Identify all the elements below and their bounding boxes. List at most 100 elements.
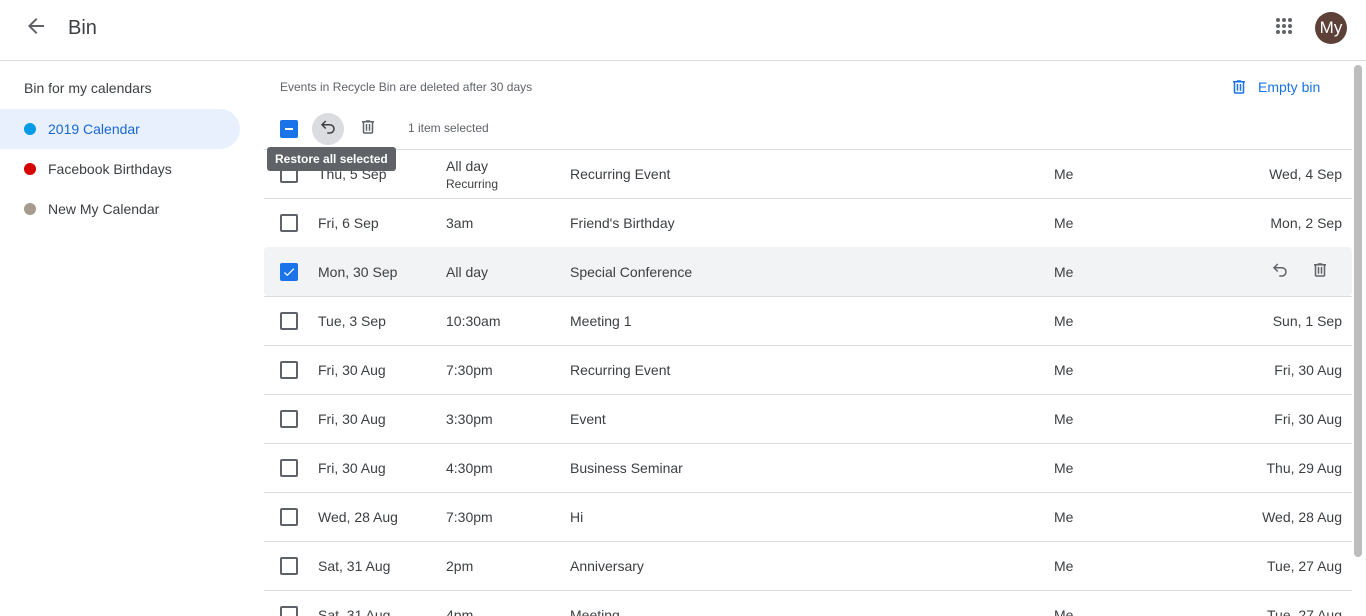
event-row[interactable]: Fri, 30 Aug 7:30pm Recurring Event Me Fri, 3… (264, 345, 1352, 394)
arrow-back-icon (24, 14, 48, 43)
restore-button[interactable] (1264, 256, 1296, 288)
event-owner: Me (1054, 264, 1074, 280)
row-checkbox[interactable] (280, 361, 298, 379)
event-title: Business Seminar (570, 460, 683, 476)
deleted-date: Thu, 29 Aug (1266, 460, 1342, 476)
sidebar: Bin for my calendars 2019 Calendar Facebo… (0, 61, 250, 616)
event-row[interactable]: Sat, 31 Aug 2pm Anniversary Me Tue, 27 Aug (264, 541, 1352, 590)
event-date: Mon, 30 Sep (318, 264, 398, 280)
trash-icon (359, 118, 377, 141)
event-date: Fri, 6 Sep (318, 215, 379, 231)
retention-notice: Events in Recycle Bin are deleted after … (280, 80, 533, 94)
row-checkbox[interactable] (280, 312, 298, 330)
event-row[interactable]: Fri, 30 Aug 3:30pm Event Me Fri, 30 Aug (264, 394, 1352, 443)
event-time: All day (446, 264, 489, 280)
event-owner: Me (1054, 166, 1074, 182)
event-title: Friend's Birthday (570, 215, 675, 231)
row-checkbox[interactable] (280, 214, 298, 232)
restore-selected-button[interactable] (312, 113, 344, 145)
event-title: Recurring Event (570, 166, 671, 182)
event-title: Anniversary (570, 558, 644, 574)
apps-grid-icon (1272, 14, 1296, 43)
event-row[interactable]: Mon, 30 Sep All day Special Conference Me (264, 247, 1352, 296)
sidebar-item-label: Facebook Birthdays (48, 161, 172, 177)
undo-icon (319, 118, 337, 141)
event-row[interactable]: Thu, 5 Sep All day Recurring Recurring Even… (264, 149, 1352, 198)
event-title: Special Conference (570, 264, 693, 280)
event-row[interactable]: Sat, 31 Aug 4pm Meeting Me Tue, 27 Aug (264, 590, 1352, 616)
event-owner: Me (1054, 215, 1074, 231)
delete-forever-button[interactable] (1304, 256, 1336, 288)
row-checkbox[interactable] (280, 263, 298, 281)
selected-count: 1 item selected (408, 121, 489, 135)
bin-main: Events in Recycle Bin are deleted after … (264, 61, 1352, 616)
event-owner: Me (1054, 509, 1074, 525)
calendar-color-dot (24, 123, 36, 135)
event-owner: Me (1054, 411, 1074, 427)
event-date: Sat, 31 Aug (318, 607, 391, 616)
event-date: Fri, 30 Aug (318, 411, 386, 427)
row-actions (1264, 256, 1336, 288)
deleted-date: Wed, 4 Sep (1269, 166, 1342, 182)
sidebar-item-label: New My Calendar (48, 201, 160, 217)
event-date: Tue, 3 Sep (318, 313, 386, 329)
sidebar-item-calendar[interactable]: New My Calendar (0, 189, 240, 229)
event-owner: Me (1054, 362, 1074, 378)
trash-icon (1230, 78, 1248, 96)
row-checkbox[interactable] (280, 557, 298, 575)
event-title: Recurring Event (570, 362, 671, 378)
back-button[interactable] (16, 8, 56, 48)
deleted-events-list: Thu, 5 Sep All day Recurring Recurring Even… (264, 149, 1352, 616)
undo-icon (1271, 261, 1289, 284)
event-time: 3:30pm (446, 411, 493, 427)
sidebar-item-calendar[interactable]: Facebook Birthdays (0, 149, 240, 189)
restore-tooltip: Restore all selected (267, 147, 396, 171)
event-row[interactable]: Tue, 3 Sep 10:30am Meeting 1 Me Sun, 1 Sep (264, 296, 1352, 345)
deleted-date: Wed, 28 Aug (1262, 509, 1342, 525)
trash-icon (1311, 261, 1329, 284)
deleted-date: Sun, 1 Sep (1272, 313, 1342, 329)
row-checkbox[interactable] (280, 606, 298, 616)
apps-button[interactable] (1264, 8, 1304, 48)
avatar[interactable]: My (1315, 12, 1347, 44)
event-row[interactable]: Wed, 28 Aug 7:30pm Hi Me Wed, 28 Aug (264, 492, 1352, 541)
event-date: Fri, 30 Aug (318, 362, 386, 378)
row-checkbox[interactable] (280, 459, 298, 477)
event-time: 7:30pm (446, 509, 493, 525)
scrollbar-thumb[interactable] (1354, 65, 1362, 557)
event-date: Sat, 31 Aug (318, 558, 391, 574)
deleted-date: Mon, 2 Sep (1270, 215, 1342, 231)
event-time: 4:30pm (446, 460, 493, 476)
deleted-date: Tue, 27 Aug (1267, 607, 1342, 616)
event-owner: Me (1054, 313, 1074, 329)
event-time: 10:30am (446, 313, 501, 329)
event-time: All day Recurring (446, 158, 498, 191)
event-row[interactable]: Fri, 6 Sep 3am Friend's Birthday Me Mon, 2 S… (264, 198, 1352, 247)
calendar-color-dot (24, 163, 36, 175)
event-time: 3am (446, 215, 474, 231)
empty-bin-label: Empty bin (1258, 79, 1321, 95)
deleted-date: Fri, 30 Aug (1274, 362, 1342, 378)
row-checkbox[interactable] (280, 508, 298, 526)
event-time: 7:30pm (446, 362, 493, 378)
event-title: Event (570, 411, 606, 427)
select-all-checkbox[interactable] (280, 120, 298, 138)
event-title: Hi (570, 509, 584, 525)
page-title: Bin (68, 17, 97, 39)
event-row[interactable]: Fri, 30 Aug 4:30pm Business Seminar Me Thu, … (264, 443, 1352, 492)
delete-selected-button[interactable] (352, 113, 384, 145)
event-time: 2pm (446, 558, 474, 574)
deleted-date: Fri, 30 Aug (1274, 411, 1342, 427)
scrollbar[interactable] (1352, 61, 1366, 616)
empty-bin-button[interactable]: Empty bin (1230, 75, 1320, 99)
event-time-main: All day (446, 158, 489, 174)
sidebar-item-calendar[interactable]: 2019 Calendar (0, 109, 240, 149)
calendar-color-dot (24, 203, 36, 215)
event-title: Meeting (570, 607, 620, 616)
event-date: Wed, 28 Aug (318, 509, 398, 525)
event-date: Fri, 30 Aug (318, 460, 386, 476)
row-checkbox[interactable] (280, 410, 298, 428)
sidebar-heading: Bin for my calendars (24, 80, 152, 96)
event-owner: Me (1054, 607, 1074, 616)
event-owner: Me (1054, 558, 1074, 574)
